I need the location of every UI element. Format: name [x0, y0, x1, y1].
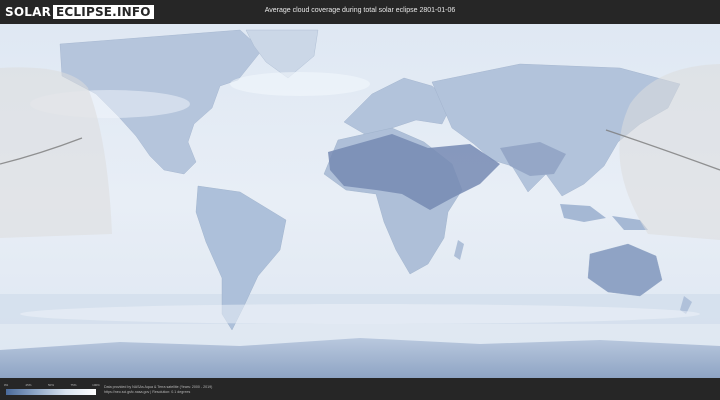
legend-tick-label: 100%: [92, 383, 100, 387]
site-logo[interactable]: SOLAR ECLIPSE.INFO: [5, 4, 154, 20]
legend-tick-label: 50%: [47, 383, 55, 387]
antarctica-landmass: [0, 338, 720, 378]
legend-tick-label: 25%: [25, 383, 32, 387]
cloud-band-north-atlantic: [230, 72, 370, 96]
logo-text-eclipse-info: ECLIPSE.INFO: [53, 5, 154, 19]
legend-tick-label: 75%: [70, 383, 77, 387]
data-source-link[interactable]: https://neo.sci.gsfc.nasa.gov | Resoluti…: [104, 390, 190, 395]
cloud-coverage-legend-bar: [6, 389, 96, 395]
cloud-coverage-map: [0, 24, 720, 378]
legend-tick-label: 0%: [3, 383, 9, 387]
cloud-band-southern: [20, 304, 700, 324]
logo-text-solar: SOLAR: [5, 5, 52, 19]
header-bar: SOLAR ECLIPSE.INFO Average cloud coverage…: [0, 0, 720, 24]
page-title: Average cloud coverage during total sola…: [264, 7, 456, 14]
